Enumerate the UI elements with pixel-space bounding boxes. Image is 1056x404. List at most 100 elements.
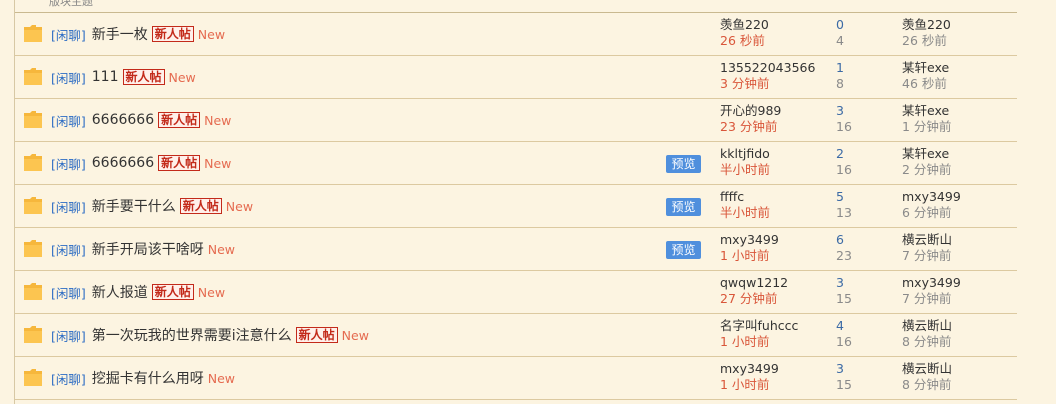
author-link[interactable]: mxy3499	[720, 361, 779, 377]
last-post-time[interactable]: 6 分钟前	[902, 205, 961, 221]
last-post-time[interactable]: 26 秒前	[902, 33, 951, 49]
stats-cell: 3 15	[836, 275, 852, 307]
reply-count: 5	[836, 189, 844, 204]
reply-count: 1	[836, 60, 844, 75]
category-tag-link[interactable]: [闲聊]	[51, 111, 86, 130]
newbie-post-badge: 新人帖	[179, 198, 222, 214]
thread-row: [闲聊] 6666666 新人帖 New 预览 kkltjfido 半小时前 2 16 某轩exe…	[15, 142, 1017, 185]
author-link[interactable]: 135522043566	[720, 60, 815, 76]
post-time: 1 小时前	[720, 377, 770, 392]
stats-cell: 3 16	[836, 103, 852, 135]
last-post-cell: 羡鱼220 26 秒前	[902, 17, 951, 49]
last-poster-link[interactable]: 横云断山	[902, 232, 952, 248]
section-title-partial: 版块主题	[49, 0, 93, 8]
category-tag-link[interactable]: [闲聊]	[51, 369, 86, 388]
folder-icon[interactable]	[24, 154, 42, 171]
thread-row: [闲聊] 新人报道 新人帖 New qwqw1212 27 分钟前 3 15 mxy3499 7 …	[15, 271, 1017, 314]
view-count: 23	[836, 248, 852, 263]
view-count: 16	[836, 119, 852, 134]
author-link[interactable]: 羡鱼220	[720, 17, 769, 33]
category-tag-link[interactable]: [闲聊]	[51, 154, 86, 173]
category-tag-link[interactable]: [闲聊]	[51, 68, 86, 87]
last-post-time[interactable]: 8 分钟前	[902, 334, 952, 350]
thread-title-link[interactable]: 111	[92, 69, 119, 85]
last-poster-link[interactable]: 横云断山	[902, 361, 952, 377]
author-link[interactable]: 名字叫fuhccc	[720, 318, 798, 334]
newbie-post-badge: 新人帖	[151, 284, 194, 300]
category-tag-link[interactable]: [闲聊]	[51, 326, 86, 345]
author-link[interactable]: ffffc	[720, 189, 770, 205]
thread-title-link[interactable]: 新手开局该干啥呀	[92, 239, 204, 259]
author-cell: ffffc 半小时前	[720, 189, 770, 221]
thread-title-link[interactable]: 第一次玩我的世界需要i注意什么	[92, 325, 292, 345]
stats-cell: 3 15	[836, 361, 852, 393]
category-tag-link[interactable]: [闲聊]	[51, 25, 86, 44]
preview-button[interactable]: 预览	[666, 155, 701, 173]
reply-count: 3	[836, 361, 844, 376]
last-poster-link[interactable]: mxy3499	[902, 275, 961, 291]
thread-title-link[interactable]: 6666666	[92, 155, 154, 171]
post-time: 1 小时前	[720, 334, 770, 349]
reply-count: 3	[836, 275, 844, 290]
author-cell: 135522043566 3 分钟前	[720, 60, 815, 92]
last-post-cell: mxy3499 7 分钟前	[902, 275, 961, 307]
folder-icon[interactable]	[24, 25, 42, 42]
post-time: 27 分钟前	[720, 291, 778, 306]
folder-icon[interactable]	[24, 68, 42, 85]
post-time: 26 秒前	[720, 33, 765, 48]
stats-cell: 5 13	[836, 189, 852, 221]
reply-count: 4	[836, 318, 844, 333]
new-label: New	[225, 198, 254, 214]
new-label: New	[207, 241, 236, 257]
last-poster-link[interactable]: 羡鱼220	[902, 17, 951, 33]
preview-button[interactable]: 预览	[666, 241, 701, 259]
author-link[interactable]: mxy3499	[720, 232, 779, 248]
last-post-time[interactable]: 7 分钟前	[902, 248, 952, 264]
last-post-time[interactable]: 7 分钟前	[902, 291, 961, 307]
thread-title-link[interactable]: 新手一枚	[92, 24, 148, 44]
folder-icon[interactable]	[24, 240, 42, 257]
last-post-cell: 横云断山 8 分钟前	[902, 361, 952, 393]
folder-icon[interactable]	[24, 197, 42, 214]
stats-cell: 04	[836, 17, 844, 49]
thread-row: [闲聊] 新手开局该干啥呀 New 预览 mxy3499 1 小时前 6 23 横云断山 7 分钟…	[15, 228, 1017, 271]
reply-count: 2	[836, 146, 844, 161]
last-poster-link[interactable]: 横云断山	[902, 318, 952, 334]
thread-title-link[interactable]: 新人报道	[92, 282, 148, 302]
last-post-time[interactable]: 46 秒前	[902, 76, 949, 92]
new-label: New	[168, 69, 196, 85]
author-cell: mxy3499 1 小时前	[720, 232, 779, 264]
last-post-time[interactable]: 8 分钟前	[902, 377, 952, 393]
post-time: 半小时前	[720, 205, 771, 220]
category-tag-link[interactable]: [闲聊]	[51, 197, 86, 216]
stats-cell: 6 23	[836, 232, 852, 264]
thread-title-link[interactable]: 6666666	[92, 112, 154, 128]
thread-subject: [闲聊] 挖掘卡有什么用呀 New	[51, 368, 236, 388]
thread-title-link[interactable]: 新手要干什么	[92, 196, 176, 216]
thread-subject: [闲聊] 新人报道 新人帖 New	[51, 283, 225, 301]
last-post-cell: 横云断山 8 分钟前	[902, 318, 952, 350]
last-poster-link[interactable]: 某轩exe	[902, 146, 951, 162]
folder-icon[interactable]	[24, 111, 42, 128]
view-count: 15	[836, 291, 852, 306]
author-cell: 羡鱼220 26 秒前	[720, 17, 769, 49]
thread-title-link[interactable]: 挖掘卡有什么用呀	[92, 368, 204, 388]
last-post-time[interactable]: 2 分钟前	[902, 162, 951, 178]
folder-icon[interactable]	[24, 326, 42, 343]
thread-row: [闲聊] 新手一枚 新人帖 New 羡鱼220 26 秒前 0 4 羡鱼220 26 秒前	[15, 13, 1017, 56]
last-poster-link[interactable]: 某轩exe	[902, 103, 951, 119]
folder-icon[interactable]	[24, 283, 42, 300]
preview-button[interactable]: 预览	[666, 198, 701, 216]
new-label: New	[207, 370, 236, 386]
folder-icon[interactable]	[24, 369, 42, 386]
category-tag-link[interactable]: [闲聊]	[51, 283, 86, 302]
stats-cell: 4 16	[836, 318, 852, 350]
last-post-time[interactable]: 1 分钟前	[902, 119, 951, 135]
category-tag-link[interactable]: [闲聊]	[51, 240, 86, 259]
last-post-cell: 某轩exe 2 分钟前	[902, 146, 951, 178]
author-link[interactable]: kkltjfido	[720, 146, 770, 162]
author-link[interactable]: 开心的989	[720, 103, 781, 119]
last-poster-link[interactable]: mxy3499	[902, 189, 961, 205]
last-poster-link[interactable]: 某轩exe	[902, 60, 949, 76]
author-link[interactable]: qwqw1212	[720, 275, 788, 291]
